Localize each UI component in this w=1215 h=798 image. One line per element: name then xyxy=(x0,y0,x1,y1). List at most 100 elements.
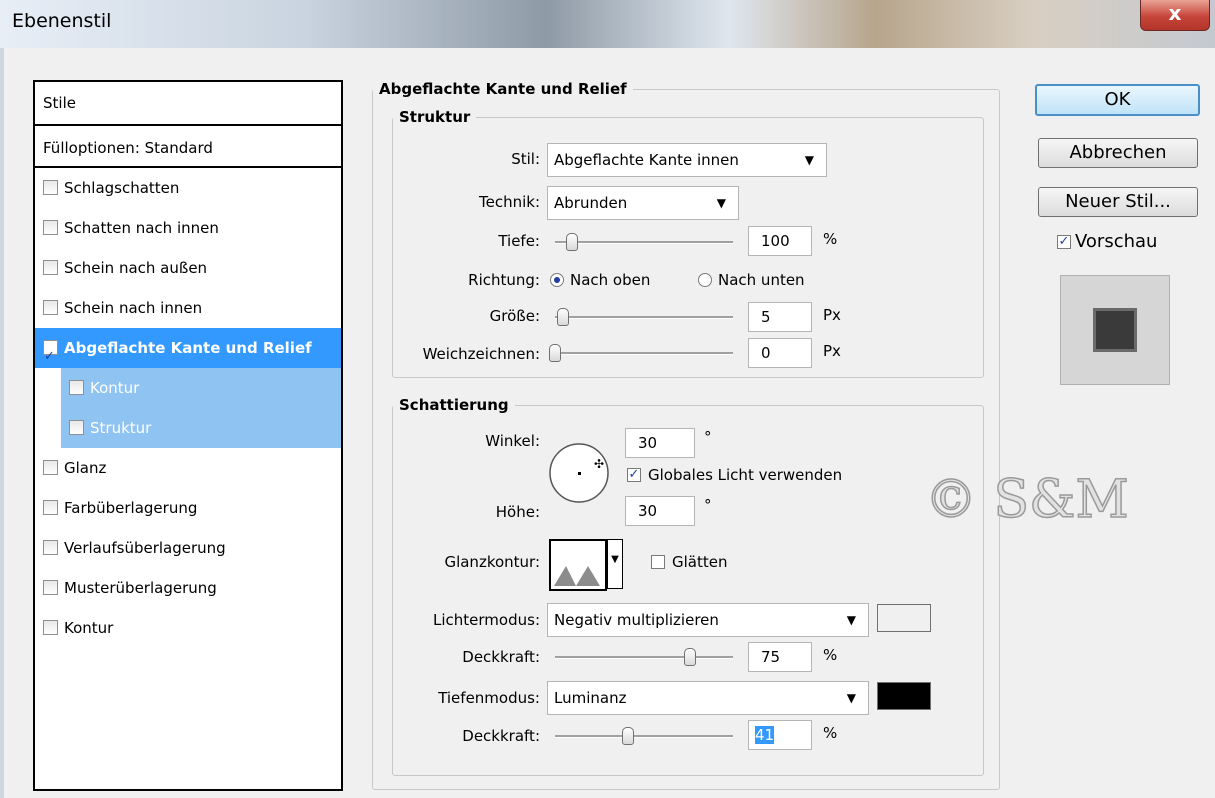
direction-up-label: Nach oben xyxy=(570,271,651,289)
highlight-opacity-slider-thumb[interactable] xyxy=(684,648,696,666)
size-slider[interactable] xyxy=(555,316,733,319)
checkbox[interactable] xyxy=(43,220,58,235)
size-input[interactable]: 5 xyxy=(748,302,812,332)
altitude-label: Höhe: xyxy=(495,503,540,521)
global-light-checkbox[interactable]: ✓ xyxy=(627,468,641,482)
list-item-label: Kontur xyxy=(90,379,140,397)
highlight-opacity-unit: % xyxy=(823,646,838,664)
depth-unit: % xyxy=(823,230,838,248)
list-item-label: Schlagschatten xyxy=(64,179,180,197)
direction-up-radio[interactable] xyxy=(550,273,564,287)
cancel-button[interactable]: Abbrechen xyxy=(1038,138,1198,168)
altitude-input[interactable]: 30 xyxy=(625,496,695,526)
list-item-label: Abgeflachte Kante und Relief xyxy=(64,339,312,357)
angle-input[interactable]: 30 xyxy=(625,428,695,458)
list-item-bevel-emboss[interactable]: Abgeflachte Kante und Relief xyxy=(35,328,341,377)
list-item-texture[interactable]: Struktur xyxy=(61,408,341,448)
checkbox-checked[interactable] xyxy=(43,337,58,377)
shadow-opacity-label: Deckkraft: xyxy=(462,727,540,745)
list-item-label: Verlaufsüberlagerung xyxy=(64,539,226,557)
preview-checkbox[interactable]: ✓ xyxy=(1057,235,1071,249)
list-item-gradient-overlay[interactable]: Verlaufsüberlagerung xyxy=(35,528,341,568)
checkbox[interactable] xyxy=(43,260,58,275)
soften-unit: Px xyxy=(823,342,841,360)
shadow-mode-value: Luminanz xyxy=(554,689,627,707)
checkbox[interactable] xyxy=(43,300,58,315)
soften-label: Weichzeichnen: xyxy=(422,345,540,363)
list-item-label: Farbüberlagerung xyxy=(64,499,198,517)
window-title: Ebenenstil xyxy=(12,10,112,32)
ok-button[interactable]: OK xyxy=(1035,84,1200,116)
style-dropdown-value: Abgeflachte Kante innen xyxy=(554,151,739,169)
list-item-contour[interactable]: Kontur xyxy=(61,368,341,408)
soften-slider-thumb[interactable] xyxy=(549,344,561,362)
altitude-unit: ° xyxy=(704,496,712,514)
shadow-mode-dropdown[interactable]: Luminanz ▼ xyxy=(547,681,869,715)
checkbox[interactable] xyxy=(43,180,58,195)
checkbox[interactable] xyxy=(43,620,58,635)
shadow-color-swatch[interactable] xyxy=(877,682,931,710)
gloss-contour-preview[interactable] xyxy=(549,539,607,591)
list-item-color-overlay[interactable]: Farbüberlagerung xyxy=(35,488,341,528)
depth-slider-thumb[interactable] xyxy=(566,233,578,251)
size-unit: Px xyxy=(823,306,841,324)
technique-dropdown-value: Abrunden xyxy=(554,194,628,212)
shadow-opacity-input[interactable]: 41 xyxy=(748,720,812,750)
preview-swatch xyxy=(1093,308,1137,352)
checkbox[interactable] xyxy=(43,460,58,475)
close-button[interactable]: x xyxy=(1140,0,1210,31)
technique-dropdown[interactable]: Abrunden ▼ xyxy=(547,186,739,220)
list-item-label: Schatten nach innen xyxy=(64,219,219,237)
checkbox[interactable] xyxy=(43,500,58,515)
direction-down-radio[interactable] xyxy=(698,273,712,287)
size-slider-thumb[interactable] xyxy=(557,308,569,326)
depth-input[interactable]: 100 xyxy=(748,226,812,256)
antialias-label: Glätten xyxy=(672,553,728,571)
shadow-opacity-slider-thumb[interactable] xyxy=(622,727,634,745)
list-item-label: Musterüberlagerung xyxy=(64,579,217,597)
watermark-text: © S&M xyxy=(924,469,1129,531)
shadow-opacity-slider[interactable] xyxy=(555,735,733,738)
gloss-contour-dropdown-icon[interactable]: ▼ xyxy=(607,539,623,589)
checkbox[interactable] xyxy=(69,380,84,395)
shadow-opacity-unit: % xyxy=(823,724,838,742)
angle-unit: ° xyxy=(704,428,712,446)
shadow-mode-label: Tiefenmodus: xyxy=(438,689,540,707)
gloss-contour-label: Glanzkontur: xyxy=(444,553,540,571)
blend-options-item[interactable]: Fülloptionen: Standard xyxy=(35,128,341,168)
chevron-down-icon: ▼ xyxy=(716,196,726,210)
group-title: Abgeflachte Kante und Relief xyxy=(379,80,627,98)
list-item-inner-glow[interactable]: Schein nach innen xyxy=(35,288,341,328)
highlight-mode-label: Lichtermodus: xyxy=(433,611,540,629)
style-dropdown[interactable]: Abgeflachte Kante innen ▼ xyxy=(547,143,827,177)
checkbox[interactable] xyxy=(43,580,58,595)
highlight-opacity-slider[interactable] xyxy=(555,656,733,659)
list-item-drop-shadow[interactable]: Schlagschatten xyxy=(35,168,341,208)
checkbox[interactable] xyxy=(43,540,58,555)
technique-label: Technik: xyxy=(478,193,540,211)
highlight-opacity-input[interactable]: 75 xyxy=(748,642,812,672)
preview-label: Vorschau xyxy=(1075,231,1158,252)
new-style-button[interactable]: Neuer Stil... xyxy=(1038,187,1198,217)
depth-slider[interactable] xyxy=(555,241,733,244)
style-list-header: Stile xyxy=(35,82,341,126)
list-item-label: Struktur xyxy=(90,419,152,437)
highlight-color-swatch[interactable] xyxy=(877,604,931,632)
list-item-label: Schein nach innen xyxy=(64,299,203,317)
list-item-stroke[interactable]: Kontur xyxy=(35,608,341,648)
highlight-mode-dropdown[interactable]: Negativ multiplizieren ▼ xyxy=(547,603,869,637)
angle-dial[interactable]: ✣ xyxy=(548,442,610,504)
soften-input[interactable]: 0 xyxy=(748,338,812,368)
soften-slider[interactable] xyxy=(555,352,733,355)
direction-label: Richtung: xyxy=(468,271,540,289)
shading-legend: Schattierung xyxy=(399,396,509,414)
structure-legend: Struktur xyxy=(399,108,471,126)
global-light-label: Globales Licht verwenden xyxy=(648,466,843,484)
list-item-inner-shadow[interactable]: Schatten nach innen xyxy=(35,208,341,248)
list-item-satin[interactable]: Glanz xyxy=(35,448,341,488)
checkbox[interactable] xyxy=(69,420,84,435)
antialias-checkbox[interactable] xyxy=(651,555,665,569)
list-item-pattern-overlay[interactable]: Musterüberlagerung xyxy=(35,568,341,608)
chevron-down-icon: ▼ xyxy=(846,613,856,627)
list-item-outer-glow[interactable]: Schein nach außen xyxy=(35,248,341,288)
